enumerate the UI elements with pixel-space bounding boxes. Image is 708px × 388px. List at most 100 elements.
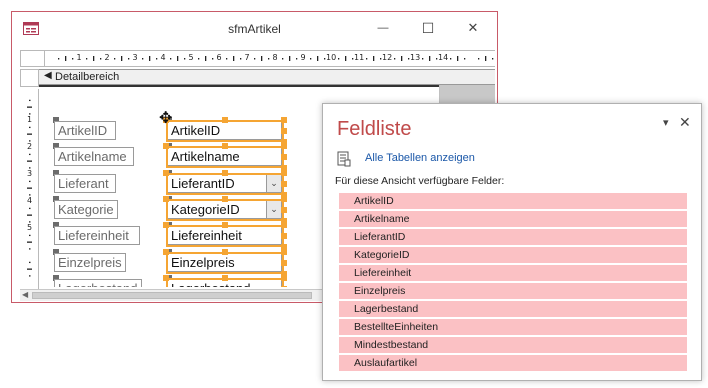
show-all-tables-link[interactable]: Alle Tabellen anzeigen bbox=[365, 152, 475, 164]
field-item-einzelpreis[interactable]: Einzelpreis bbox=[339, 283, 687, 299]
resize-handle[interactable] bbox=[281, 117, 287, 123]
field-item-bestellteeinheiten[interactable]: BestellteEinheiten bbox=[339, 319, 687, 335]
ruler-tick bbox=[27, 214, 32, 216]
resize-handle[interactable] bbox=[281, 275, 287, 281]
field-item-artikelname[interactable]: Artikelname bbox=[339, 211, 687, 227]
resize-handle[interactable] bbox=[281, 222, 287, 228]
ruler-number: 1 bbox=[27, 115, 33, 124]
label-artikelname[interactable]: Artikelname bbox=[54, 147, 134, 166]
resize-handle[interactable] bbox=[222, 249, 228, 255]
ruler-tick bbox=[86, 58, 88, 60]
ruler-tick bbox=[184, 58, 186, 60]
ruler-tick bbox=[27, 241, 32, 243]
field-list-pane: Feldliste ▾ ✕ Alle Tabellen anzeigen Für… bbox=[322, 103, 702, 381]
resize-handle[interactable] bbox=[281, 260, 287, 266]
title-bar: sfmArtikel — ☐ ✕ bbox=[12, 12, 497, 46]
ruler-number: 4 bbox=[160, 53, 166, 62]
ruler-tick bbox=[114, 58, 116, 60]
field-item-kategorieid[interactable]: KategorieID bbox=[339, 247, 687, 263]
pane-options-chevron-icon[interactable]: ▾ bbox=[663, 116, 669, 129]
ruler-tick bbox=[464, 58, 466, 60]
ruler-corner[interactable] bbox=[20, 50, 45, 67]
resize-handle[interactable] bbox=[281, 286, 287, 287]
ruler-tick bbox=[156, 58, 158, 60]
ruler-tick bbox=[296, 58, 298, 60]
pane-close-icon[interactable]: ✕ bbox=[679, 114, 691, 131]
field-item-lieferantid[interactable]: LieferantID bbox=[339, 229, 687, 245]
ruler-tick bbox=[478, 58, 480, 60]
ruler-tick bbox=[149, 56, 151, 61]
resize-handle[interactable] bbox=[222, 170, 228, 176]
ruler-tick bbox=[310, 58, 312, 60]
resize-handle[interactable] bbox=[281, 170, 287, 176]
ruler-tick bbox=[289, 56, 291, 61]
ruler-tick bbox=[450, 58, 452, 60]
resize-handle[interactable] bbox=[222, 222, 228, 228]
resize-handle[interactable] bbox=[281, 128, 287, 134]
ruler-tick bbox=[401, 56, 403, 61]
resize-handle[interactable] bbox=[281, 249, 287, 255]
scroll-left-icon[interactable]: ◀ bbox=[22, 290, 28, 299]
scrollbar-thumb[interactable] bbox=[32, 292, 312, 299]
field-item-liefereinheit[interactable]: Liefereinheit bbox=[339, 265, 687, 281]
ruler-number: 5 bbox=[188, 53, 194, 62]
ruler-tick bbox=[29, 153, 31, 156]
ruler-number: 8 bbox=[272, 53, 278, 62]
field-item-artikelid[interactable]: ArtikelID bbox=[339, 193, 687, 209]
ruler-tick bbox=[366, 58, 368, 60]
vertical-ruler[interactable]: 1 2 3 4 5 bbox=[20, 89, 39, 289]
ruler-number: 3 bbox=[132, 53, 138, 62]
label-einzelpreis[interactable]: Einzelpreis bbox=[54, 253, 126, 272]
selection-frame bbox=[166, 120, 284, 142]
selection-frame bbox=[166, 199, 284, 221]
label-liefereinheit[interactable]: Liefereinheit bbox=[54, 226, 140, 245]
resize-handle[interactable] bbox=[163, 170, 169, 176]
resize-handle[interactable] bbox=[163, 143, 169, 149]
label-lagerbestand[interactable]: Lagerbestand bbox=[54, 279, 142, 287]
ruler-tick bbox=[373, 56, 375, 61]
ruler-tick bbox=[282, 58, 284, 60]
ruler-tick bbox=[128, 58, 130, 60]
ruler-tick bbox=[177, 56, 179, 61]
resize-handle[interactable] bbox=[281, 154, 287, 160]
resize-handle[interactable] bbox=[281, 181, 287, 187]
resize-handle[interactable] bbox=[163, 275, 169, 281]
resize-handle[interactable] bbox=[222, 275, 228, 281]
ruler-tick bbox=[29, 207, 31, 210]
resize-handle[interactable] bbox=[163, 249, 169, 255]
form-selector-box[interactable] bbox=[20, 69, 39, 87]
label-lieferant[interactable]: Lieferant bbox=[54, 174, 116, 193]
horizontal-ruler[interactable]: 1 2 3 4 5 6 7 8 9 10 11 12 13 14 bbox=[45, 50, 495, 67]
ruler-tick bbox=[29, 275, 31, 277]
ruler-number: 14 bbox=[438, 53, 449, 62]
resize-handle[interactable] bbox=[222, 143, 228, 149]
ruler-tick bbox=[212, 58, 214, 60]
field-item-mindestbestand[interactable]: Mindestbestand bbox=[339, 337, 687, 353]
ruler-tick bbox=[29, 234, 31, 237]
resize-handle[interactable] bbox=[163, 222, 169, 228]
ruler-tick bbox=[27, 133, 32, 135]
resize-handle[interactable] bbox=[222, 117, 228, 123]
maximize-button[interactable]: ☐ bbox=[408, 12, 448, 44]
close-button[interactable]: ✕ bbox=[453, 12, 493, 44]
resize-handle[interactable] bbox=[281, 233, 287, 239]
minimize-button[interactable]: — bbox=[363, 12, 403, 44]
resize-handle[interactable] bbox=[281, 143, 287, 149]
resize-handle[interactable] bbox=[222, 196, 228, 202]
label-kategorie[interactable]: Kategorie bbox=[54, 200, 118, 219]
ruler-number: 6 bbox=[216, 53, 222, 62]
resize-handle[interactable] bbox=[281, 196, 287, 202]
ruler-tick bbox=[317, 56, 319, 61]
ruler-number: 7 bbox=[244, 53, 250, 62]
ruler-tick bbox=[29, 248, 31, 250]
field-item-auslaufartikel[interactable]: Auslaufartikel bbox=[339, 355, 687, 371]
field-item-lagerbestand[interactable]: Lagerbestand bbox=[339, 301, 687, 317]
ruler-number: 12 bbox=[382, 53, 393, 62]
selection-frame bbox=[166, 252, 284, 274]
ruler-tick bbox=[29, 180, 31, 183]
ruler-tick bbox=[100, 58, 102, 60]
section-header-detail[interactable]: ◀ Detailbereich bbox=[39, 69, 495, 85]
label-artikelid[interactable]: ArtikelID bbox=[54, 121, 116, 140]
resize-handle[interactable] bbox=[163, 196, 169, 202]
resize-handle[interactable] bbox=[281, 207, 287, 213]
